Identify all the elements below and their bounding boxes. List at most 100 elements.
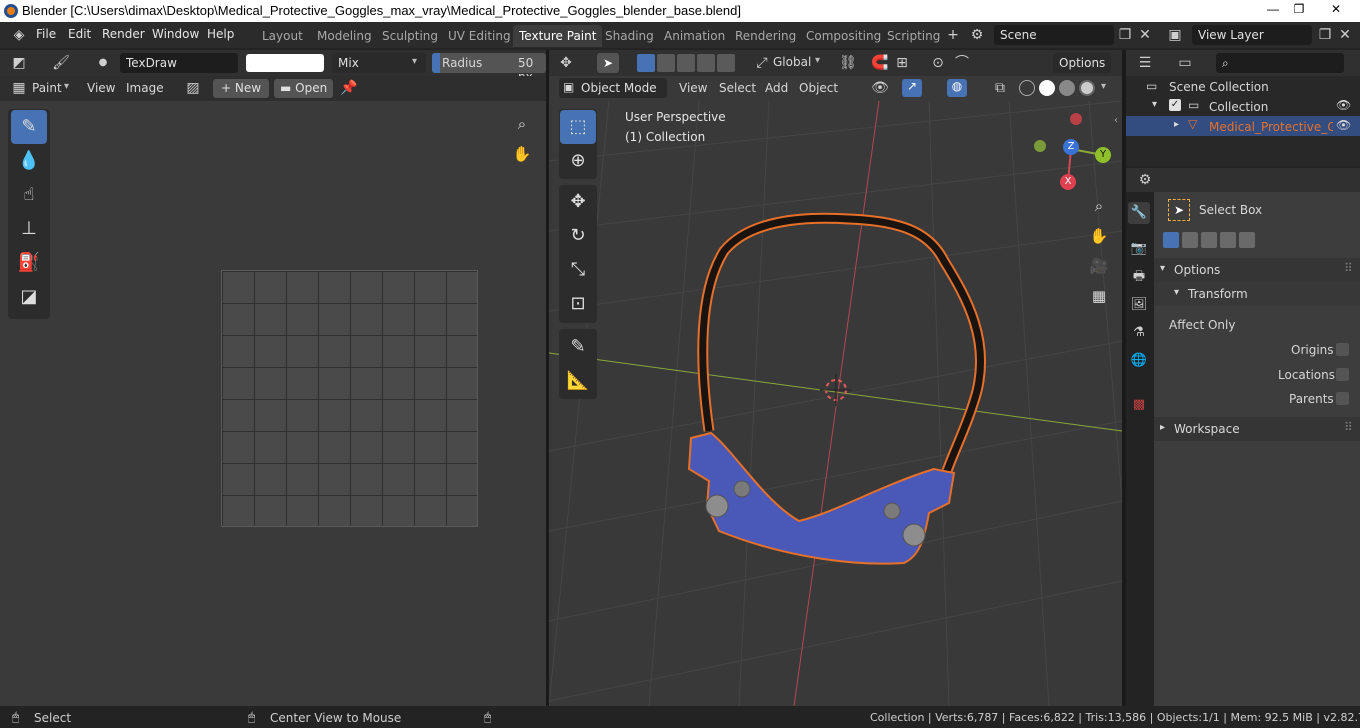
select-mode-new-icon[interactable]: [637, 54, 655, 72]
fill-tool-button[interactable]: ⛽: [11, 246, 47, 280]
locations-checkbox[interactable]: [1336, 368, 1349, 381]
mask-tool-button[interactable]: ◪: [11, 280, 47, 314]
xray-icon[interactable]: ⧉: [989, 78, 1011, 98]
open-image-button[interactable]: ▬ Open: [274, 79, 334, 98]
viewport-menu-object[interactable]: Object: [799, 81, 838, 95]
menu-window[interactable]: Window: [152, 27, 199, 41]
editor-type-icon[interactable]: ◩: [8, 53, 30, 73]
transform-tool-button[interactable]: ⊡: [560, 287, 596, 321]
drag-handle-icon[interactable]: ⠿: [1344, 261, 1353, 275]
sidebar-toggle-icon[interactable]: ‹: [1114, 115, 1118, 126]
options-panel-header[interactable]: ▾ Options ⠿: [1154, 258, 1360, 282]
view-layer-field[interactable]: View Layer: [1192, 25, 1312, 45]
pan-hand-icon[interactable]: ✋: [1086, 223, 1112, 249]
draw-tool-button[interactable]: ✎: [11, 110, 47, 144]
view-layer-tab-icon[interactable]: 🖼: [1128, 294, 1150, 316]
transform-orientation-select[interactable]: Global: [773, 55, 811, 69]
scene-tab-icon[interactable]: ⚗: [1128, 322, 1150, 344]
cursor-tool-button[interactable]: ⊕: [560, 144, 596, 178]
tab-rendering[interactable]: Rendering: [729, 25, 802, 47]
minimize-button[interactable]: —: [1260, 0, 1286, 18]
tab-scripting[interactable]: Scripting: [881, 25, 946, 47]
select-tool-icon[interactable]: ➤: [597, 53, 619, 73]
snap-icon[interactable]: 🧲: [869, 53, 891, 73]
select-mode-extend-icon[interactable]: [1182, 232, 1198, 248]
zoom-icon[interactable]: ⌕: [509, 111, 535, 137]
snap-target-icon[interactable]: ⊞: [891, 53, 913, 73]
options-dropdown[interactable]: Options: [1053, 53, 1112, 73]
eye-icon[interactable]: 👁: [1336, 118, 1351, 132]
select-mode-invert-icon[interactable]: [1220, 232, 1236, 248]
tab-animation[interactable]: Animation: [658, 25, 731, 47]
shading-material-icon[interactable]: [1059, 80, 1075, 96]
proportional-edit-icon[interactable]: ⊙: [927, 53, 949, 73]
orientation-icon[interactable]: ⤢: [751, 53, 773, 73]
expand-arrow-icon[interactable]: ▾: [1152, 99, 1157, 110]
zoom-icon[interactable]: ⌕: [1086, 193, 1112, 219]
clone-tool-button[interactable]: ⊥: [11, 212, 47, 246]
menu-view[interactable]: View: [87, 81, 115, 95]
image-editor-type-icon[interactable]: ▦: [8, 78, 30, 98]
world-tab-icon[interactable]: 🌐: [1128, 350, 1150, 372]
select-mode-intersect-icon[interactable]: [1239, 232, 1255, 248]
tab-texture-paint[interactable]: Texture Paint: [513, 25, 603, 47]
display-mode-icon[interactable]: ▭: [1174, 53, 1196, 73]
brush-color-swatch[interactable]: [246, 54, 324, 72]
scene-name-field[interactable]: Scene: [994, 25, 1114, 45]
tab-compositing[interactable]: Compositing: [800, 25, 887, 47]
remove-scene-icon[interactable]: ✕: [1134, 25, 1156, 45]
visibility-icon[interactable]: 👁: [869, 78, 891, 98]
overlay-toggle-icon[interactable]: ◍: [947, 79, 967, 97]
transform-pivot-icon[interactable]: ✥: [555, 53, 577, 73]
image-browse-icon[interactable]: ▨: [182, 78, 204, 98]
texture-tab-icon[interactable]: ▩: [1128, 394, 1150, 416]
add-workspace-icon[interactable]: +: [942, 25, 964, 45]
select-mode-subtract-icon[interactable]: [677, 54, 695, 72]
viewport-menu-view[interactable]: View: [679, 81, 707, 95]
brush-icon[interactable]: 🖌: [50, 53, 72, 73]
menu-edit[interactable]: Edit: [68, 27, 91, 41]
tab-modeling[interactable]: Modeling: [311, 25, 378, 47]
maximize-button[interactable]: ❐: [1286, 0, 1312, 18]
viewport-menu-select[interactable]: Select: [719, 81, 756, 95]
menu-image[interactable]: Image: [126, 81, 164, 95]
pan-hand-icon[interactable]: ✋: [509, 141, 535, 167]
outliner-type-icon[interactable]: ☰: [1134, 53, 1156, 73]
rotate-tool-button[interactable]: ↻: [560, 219, 596, 253]
menu-help[interactable]: Help: [207, 27, 234, 41]
mode-select[interactable]: Object Mode: [559, 78, 667, 98]
annotate-tool-button[interactable]: ✎: [560, 330, 596, 364]
output-tab-icon[interactable]: 🖶: [1128, 266, 1150, 288]
blender-menu-icon[interactable]: ◈: [8, 25, 30, 45]
soften-tool-button[interactable]: 💧: [11, 144, 47, 178]
parents-checkbox[interactable]: [1336, 392, 1349, 405]
outliner-search-input[interactable]: ⌕: [1216, 53, 1344, 73]
image-canvas-grid[interactable]: [221, 270, 478, 527]
measure-tool-button[interactable]: 📐: [560, 364, 596, 398]
origins-checkbox[interactable]: [1336, 343, 1349, 356]
falloff-icon[interactable]: ⌒: [951, 53, 973, 73]
tab-shading[interactable]: Shading: [599, 25, 660, 47]
view-layer-icon[interactable]: ▣: [1164, 25, 1186, 45]
gizmo-toggle-icon[interactable]: ↗: [902, 79, 922, 97]
new-view-layer-icon[interactable]: ❐: [1314, 25, 1336, 45]
pin-icon[interactable]: 📌: [338, 78, 360, 98]
expand-arrow-icon[interactable]: ▸: [1174, 119, 1179, 130]
gizmo-y-axis[interactable]: Y: [1095, 147, 1111, 163]
image-editor[interactable]: ✎ 💧 ☝ ⊥ ⛽ ◪ ⌕ ✋: [0, 101, 546, 706]
select-mode-invert-icon[interactable]: [697, 54, 715, 72]
gizmo-x-axis[interactable]: X: [1060, 174, 1076, 190]
perspective-toggle-icon[interactable]: ▦: [1086, 283, 1112, 309]
shading-wireframe-icon[interactable]: [1019, 80, 1035, 96]
select-mode-new-icon[interactable]: [1163, 232, 1179, 248]
menu-render[interactable]: Render: [102, 27, 145, 41]
move-tool-button[interactable]: ✥: [560, 185, 596, 219]
close-button[interactable]: ✕: [1316, 0, 1356, 18]
transform-subpanel-header[interactable]: ▾ Transform: [1154, 282, 1360, 306]
collection-checkbox[interactable]: ✓: [1169, 99, 1181, 111]
scale-tool-button[interactable]: ⤡: [560, 253, 596, 287]
camera-icon[interactable]: 🎥: [1086, 253, 1112, 279]
viewport-menu-add[interactable]: Add: [765, 81, 788, 95]
select-mode-intersect-icon[interactable]: [717, 54, 735, 72]
3d-viewport[interactable]: ⬚ ⊕ ✥ ↻ ⤡ ⊡ ✎ 📐 User Perspective (1) Col…: [549, 101, 1122, 706]
